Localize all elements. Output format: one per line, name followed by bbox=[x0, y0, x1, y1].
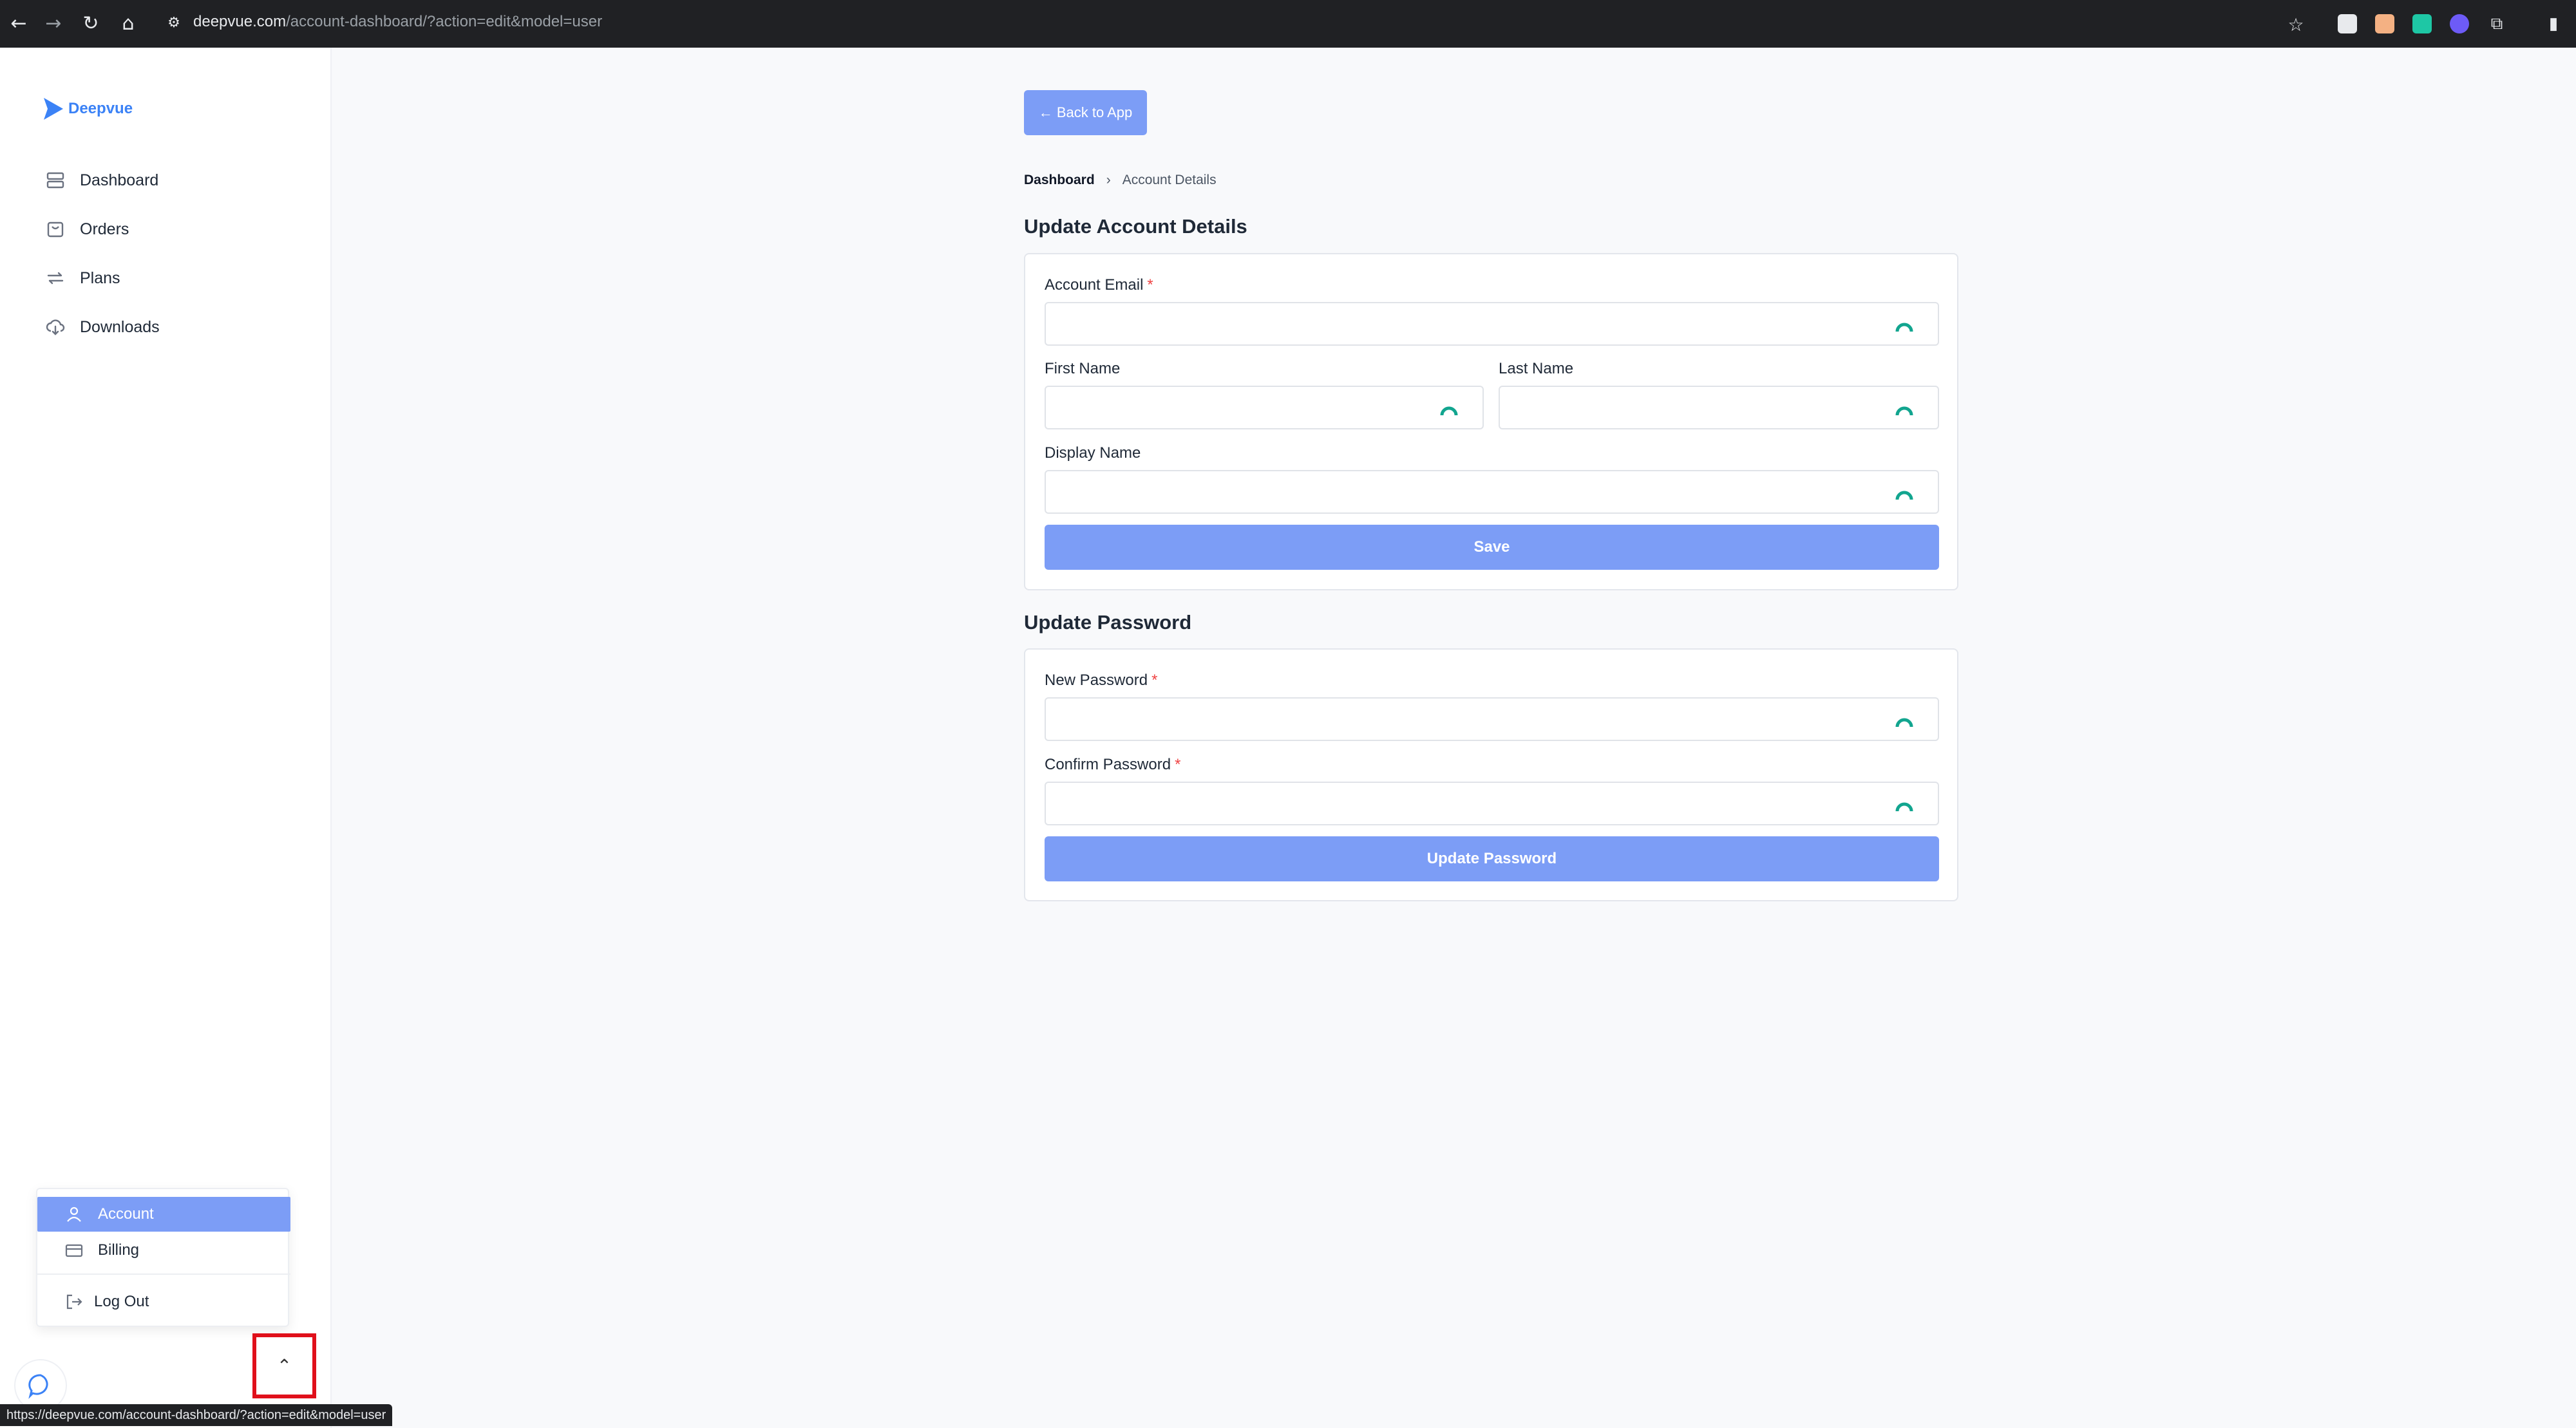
breadcrumb: Dashboard › Account Details bbox=[1024, 173, 1217, 188]
password-manager-icon[interactable] bbox=[1894, 710, 1915, 731]
brand-logo[interactable]: Deepvue bbox=[43, 97, 133, 121]
chevron-right-icon: › bbox=[1106, 173, 1111, 187]
user-icon bbox=[67, 1207, 81, 1222]
shopping-bag-icon bbox=[47, 221, 64, 238]
menu-item-label: Billing bbox=[98, 1241, 140, 1259]
save-button[interactable]: Save bbox=[1045, 525, 1939, 570]
dashboard-icon bbox=[46, 172, 64, 189]
password-manager-icon[interactable] bbox=[1894, 483, 1915, 503]
update-password-button[interactable]: Update Password bbox=[1045, 836, 1939, 881]
site-settings-icon[interactable]: ⚙ bbox=[165, 14, 183, 32]
back-to-app-button[interactable]: ← Back to App bbox=[1024, 90, 1147, 135]
menu-divider bbox=[37, 1273, 290, 1275]
menu-item-label: Account bbox=[98, 1205, 154, 1223]
logout-icon bbox=[66, 1294, 82, 1310]
account-email-label: Account Email * bbox=[1045, 276, 1153, 294]
status-bar-url: https://deepvue.com/account-dashboard/?a… bbox=[0, 1404, 393, 1426]
browser-toolbar: ← → ↻ ⌂ ⚙ deepvue.com/account-dashboard/… bbox=[0, 0, 2576, 48]
last-name-label: Last Name bbox=[1499, 360, 1574, 377]
sidebar-item-plans[interactable]: Plans bbox=[45, 268, 120, 288]
password-section-title: Update Password bbox=[1024, 611, 1192, 634]
url-host: deepvue.com bbox=[193, 13, 287, 30]
cloud-download-icon bbox=[46, 319, 65, 335]
confirm-password-field[interactable] bbox=[1045, 782, 1939, 825]
brand-name: Deepvue bbox=[68, 100, 133, 117]
forward-arrow-icon[interactable]: → bbox=[37, 8, 70, 40]
chat-bubble-icon bbox=[28, 1374, 48, 1399]
home-icon[interactable]: ⌂ bbox=[112, 8, 144, 40]
extensions-puzzle-icon[interactable]: ⧉ bbox=[2481, 8, 2513, 40]
extension-icon-3[interactable] bbox=[2412, 14, 2432, 33]
address-bar[interactable]: deepvue.com/account-dashboard/?action=ed… bbox=[193, 13, 602, 31]
menu-item-account[interactable]: Account bbox=[37, 1197, 290, 1232]
sidebar-item-label: Downloads bbox=[80, 317, 160, 336]
sidebar-item-orders[interactable]: Orders bbox=[45, 219, 129, 240]
repeat-icon bbox=[47, 272, 64, 285]
confirm-password-label: Confirm Password * bbox=[1045, 756, 1181, 773]
side-panel-icon[interactable]: ▮ bbox=[2537, 8, 2570, 40]
breadcrumb-current: Account Details bbox=[1122, 173, 1217, 187]
first-name-field[interactable] bbox=[1045, 386, 1484, 429]
reload-icon[interactable]: ↻ bbox=[75, 8, 107, 40]
last-name-field[interactable] bbox=[1499, 386, 1939, 429]
menu-item-logout[interactable]: Log Out bbox=[37, 1284, 290, 1319]
menu-item-label: Log Out bbox=[94, 1293, 149, 1310]
bookmark-star-icon[interactable]: ☆ bbox=[2280, 9, 2312, 41]
sidebar-item-downloads[interactable]: Downloads bbox=[45, 317, 160, 337]
user-menu-popup: Account Billing Log Out bbox=[36, 1188, 290, 1327]
password-manager-icon[interactable] bbox=[1894, 399, 1915, 419]
password-manager-icon[interactable] bbox=[1894, 794, 1915, 815]
breadcrumb-dashboard-link[interactable]: Dashboard bbox=[1024, 173, 1095, 188]
first-name-label: First Name bbox=[1045, 360, 1121, 377]
sidebar-item-label: Orders bbox=[80, 220, 129, 238]
password-manager-icon[interactable] bbox=[1894, 315, 1915, 335]
user-menu-toggle-button[interactable]: ⌃ bbox=[252, 1333, 316, 1398]
account-email-field[interactable] bbox=[1045, 302, 1939, 346]
credit-card-icon bbox=[65, 1244, 83, 1257]
back-arrow-icon[interactable]: ← bbox=[3, 8, 35, 40]
extension-icon-2[interactable] bbox=[2375, 14, 2394, 33]
extension-icon-1[interactable] bbox=[2338, 14, 2357, 33]
chevron-up-icon: ⌃ bbox=[276, 1355, 292, 1376]
display-name-field[interactable] bbox=[1045, 470, 1939, 514]
password-manager-icon[interactable] bbox=[1439, 399, 1459, 419]
account-section-title: Update Account Details bbox=[1024, 215, 1247, 238]
sidebar-item-dashboard[interactable]: Dashboard bbox=[45, 170, 158, 191]
new-password-label: New Password * bbox=[1045, 672, 1158, 689]
extension-icon-4[interactable] bbox=[2450, 14, 2469, 33]
sidebar-item-label: Plans bbox=[80, 268, 120, 287]
menu-item-billing[interactable]: Billing bbox=[37, 1233, 290, 1268]
account-details-card: Account Email * First Name Last Name Disp… bbox=[1024, 253, 1958, 590]
url-path: /account-dashboard/?action=edit&model=us… bbox=[286, 13, 603, 30]
update-password-card: New Password * Confirm Password * Update P… bbox=[1024, 648, 1958, 901]
sidebar-item-label: Dashboard bbox=[80, 171, 159, 189]
deepvue-logo-icon bbox=[44, 98, 63, 120]
display-name-label: Display Name bbox=[1045, 444, 1141, 462]
new-password-field[interactable] bbox=[1045, 697, 1939, 741]
